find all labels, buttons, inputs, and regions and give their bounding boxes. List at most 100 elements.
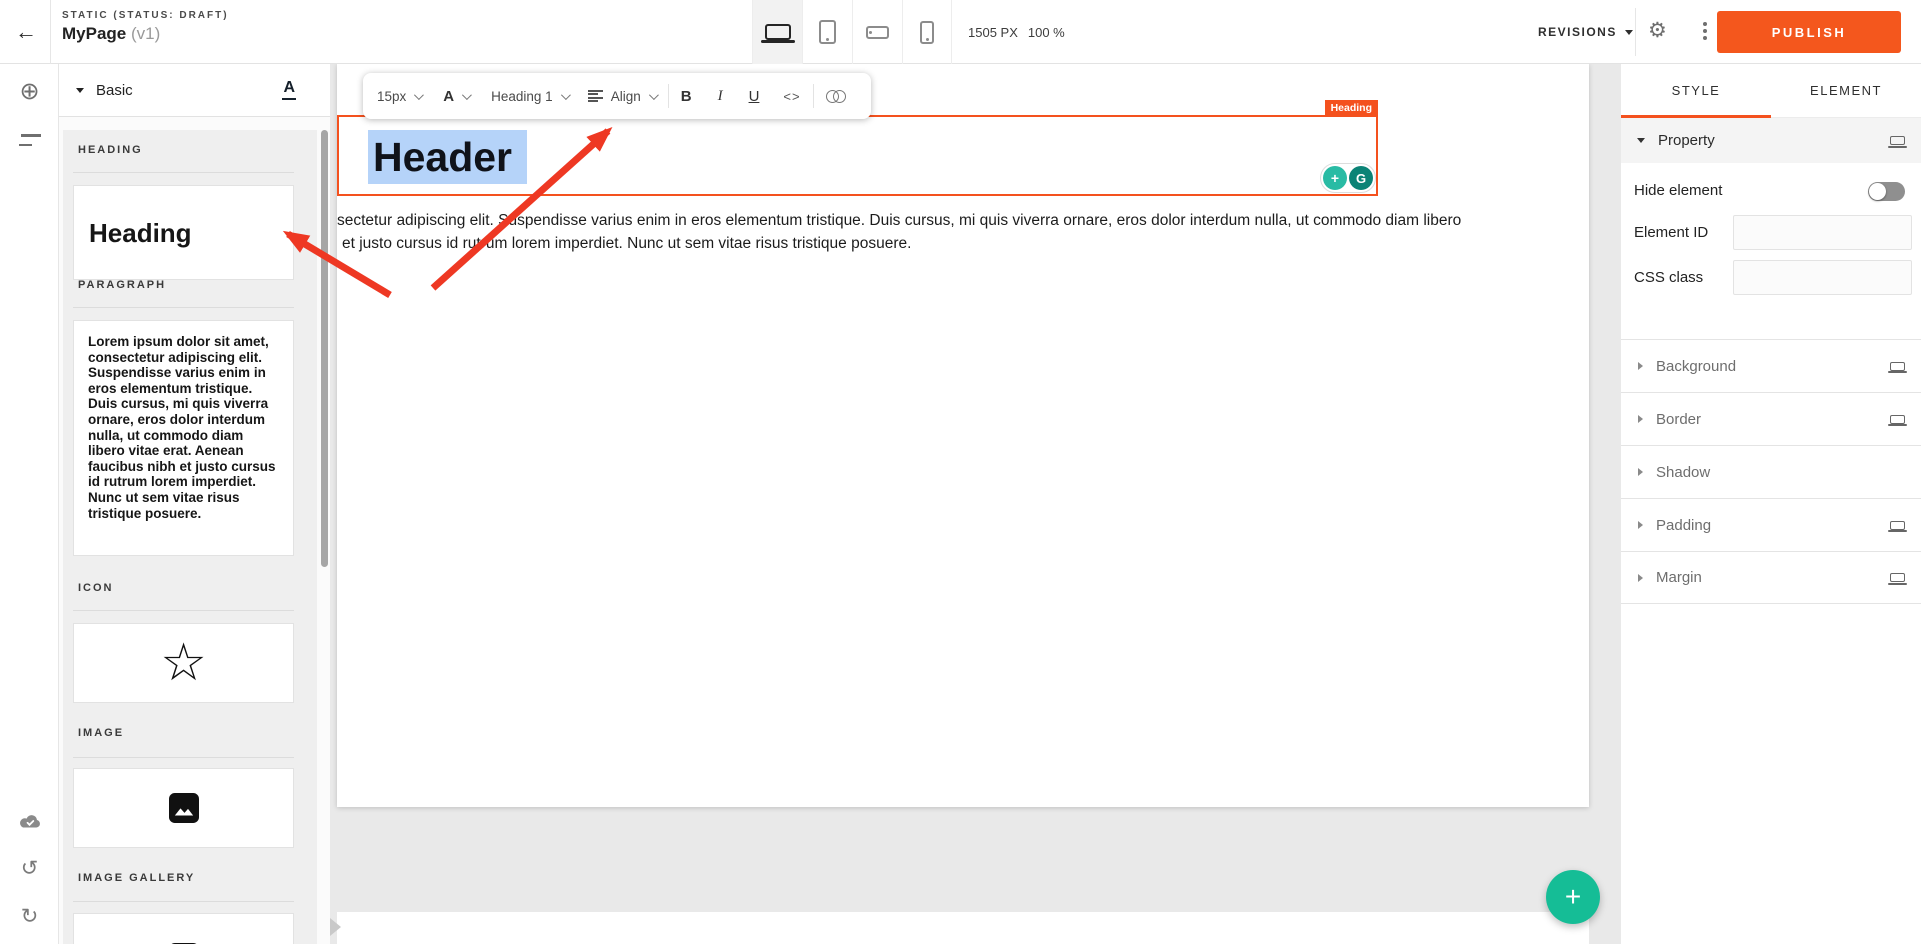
section-label: Margin: [1656, 569, 1702, 586]
hide-element-toggle[interactable]: [1868, 182, 1905, 201]
chevron-right-icon: [1638, 362, 1643, 370]
selection-badge: Heading: [1325, 100, 1378, 115]
section-label: Padding: [1656, 517, 1711, 534]
font-size-dropdown[interactable]: 15px: [377, 89, 421, 104]
hide-element-label: Hide element: [1634, 182, 1722, 199]
typography-icon[interactable]: A: [282, 79, 296, 100]
element-card-image-gallery[interactable]: [73, 913, 294, 944]
settings-button[interactable]: ⚙: [1648, 20, 1667, 41]
code-button[interactable]: <>: [783, 89, 800, 104]
device-desktop-button[interactable]: [752, 0, 802, 64]
undo-button[interactable]: ↺: [0, 850, 59, 886]
section-border[interactable]: Border: [1621, 392, 1921, 445]
divider: [73, 610, 294, 611]
paragraph-line-1: sectetur adipiscing elit. Suspendisse va…: [337, 209, 1589, 232]
style-sections: Background Border Shadow Padding Margin: [1621, 339, 1921, 604]
section-label-paragraph: PARAGRAPH: [78, 279, 166, 291]
align-label: Align: [611, 89, 641, 104]
layers-button[interactable]: [0, 122, 59, 158]
device-scope-icon: [1890, 573, 1905, 582]
format-toolbar: 15px A Heading 1 Align B I U <>: [363, 73, 871, 119]
chevron-down-icon: [462, 90, 472, 100]
text-color-dropdown[interactable]: A: [443, 88, 469, 105]
align-dropdown[interactable]: Align: [588, 89, 656, 104]
align-left-icon: [588, 90, 603, 103]
css-class-input[interactable]: [1733, 260, 1912, 295]
section-margin[interactable]: Margin: [1621, 551, 1921, 604]
heading-text[interactable]: Header: [368, 130, 527, 184]
tab-style[interactable]: STYLE: [1621, 64, 1771, 117]
css-class-row: CSS class: [1621, 260, 1921, 295]
chevron-down-icon: [414, 90, 424, 100]
laptop-icon: [765, 24, 791, 40]
chevron-right-icon: [1638, 468, 1643, 476]
chevron-down-icon: [76, 88, 84, 93]
group-label: Basic: [96, 82, 133, 99]
device-tablet-button[interactable]: [802, 0, 852, 64]
page-name: MyPage: [62, 24, 126, 43]
chevron-right-icon: [1638, 521, 1643, 529]
star-icon: ☆: [160, 637, 207, 689]
undo-icon: ↺: [21, 856, 39, 881]
panel-scrollbar[interactable]: [321, 130, 328, 567]
device-phone-button[interactable]: [902, 0, 952, 64]
hide-element-row: Hide element: [1621, 176, 1921, 208]
paragraph-style-value: Heading 1: [491, 89, 553, 104]
back-button[interactable]: ←: [8, 14, 44, 50]
section-background[interactable]: Background: [1621, 339, 1921, 392]
device-scope-icon: [1890, 362, 1905, 371]
section-padding[interactable]: Padding: [1621, 498, 1921, 551]
elements-list: HEADING Heading PARAGRAPH Lorem ipsum do…: [59, 117, 330, 944]
element-card-heading[interactable]: Heading: [73, 185, 294, 280]
element-card-image[interactable]: [73, 768, 294, 848]
inspector-tabs: STYLE ELEMENT: [1621, 64, 1921, 118]
collapse-handle-icon[interactable]: [330, 918, 341, 936]
paragraph-preview: Lorem ipsum dolor sit amet, consectetur …: [74, 321, 293, 534]
image-icon: [164, 788, 204, 828]
device-phone-landscape-button[interactable]: [852, 0, 902, 64]
save-status-indicator: [0, 804, 59, 840]
paragraph-style-dropdown[interactable]: Heading 1: [491, 89, 568, 104]
publish-button[interactable]: PUBLISH: [1717, 11, 1901, 53]
grammarly-widget: + G: [1320, 163, 1376, 193]
section-shadow[interactable]: Shadow: [1621, 445, 1921, 498]
image-gallery-icon: [164, 938, 204, 944]
bold-button[interactable]: B: [681, 88, 692, 105]
left-rail: ⊕ ↺ ↻: [0, 64, 59, 944]
device-scope-icon: [1890, 136, 1905, 145]
chevron-down-icon: [561, 90, 571, 100]
lines-icon: [19, 134, 41, 146]
element-card-paragraph[interactable]: Lorem ipsum dolor sit amet, consectetur …: [73, 320, 294, 556]
divider: [1635, 8, 1636, 56]
revisions-dropdown[interactable]: REVISIONS: [1538, 0, 1633, 64]
element-card-icon[interactable]: ☆: [73, 623, 294, 703]
suggestion-bulb-icon[interactable]: +: [1323, 166, 1347, 190]
grammarly-icon[interactable]: G: [1349, 166, 1373, 190]
underline-button[interactable]: U: [749, 88, 760, 105]
property-section-title: Property: [1658, 132, 1715, 149]
next-page-strip[interactable]: [337, 912, 1589, 944]
add-element-fab[interactable]: +: [1546, 870, 1600, 924]
add-page-button[interactable]: ⊕: [0, 73, 59, 109]
page-canvas[interactable]: Heading Header + G sectetur adipiscing e…: [337, 64, 1589, 807]
zoom-level-value: 100 %: [1028, 25, 1065, 40]
element-id-input[interactable]: [1733, 215, 1912, 250]
basic-group-header[interactable]: Basic A: [59, 64, 330, 117]
redo-button[interactable]: ↻: [0, 898, 59, 934]
italic-button[interactable]: I: [718, 88, 723, 105]
divider: [668, 84, 669, 108]
app-root: ← STATIC (STATUS: DRAFT) MyPage (v1): [0, 0, 1921, 944]
heading-element[interactable]: Header: [368, 130, 527, 184]
plus-circle-icon: ⊕: [19, 77, 39, 106]
property-section-header[interactable]: Property: [1621, 118, 1921, 163]
redo-icon: ↻: [21, 904, 39, 929]
element-id-row: Element ID: [1621, 215, 1921, 250]
section-label: Background: [1656, 358, 1736, 375]
device-scope-icon: [1890, 521, 1905, 530]
phone-icon: [920, 21, 934, 44]
divider: [73, 901, 294, 902]
link-button[interactable]: [826, 90, 846, 102]
more-options-button[interactable]: [1696, 22, 1714, 42]
tab-element[interactable]: ELEMENT: [1771, 64, 1921, 117]
paragraph-element[interactable]: sectetur adipiscing elit. Suspendisse va…: [337, 209, 1589, 255]
